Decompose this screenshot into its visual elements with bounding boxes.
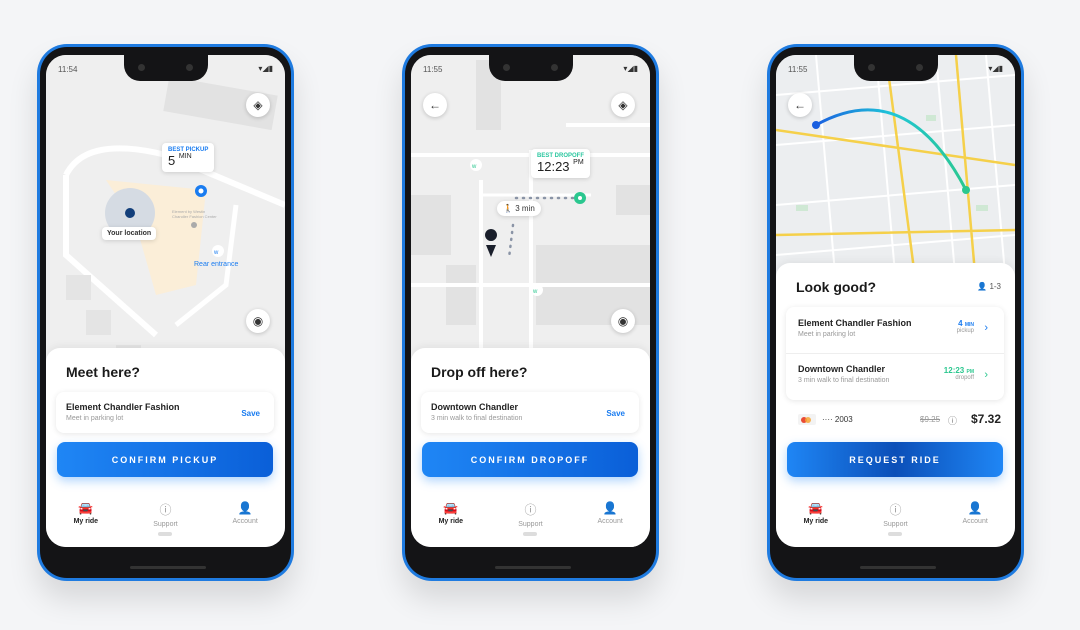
notch [124,55,208,81]
passenger-count[interactable]: 👤 1-3 [977,282,1001,291]
speaker [130,566,206,569]
bottom-nav: 🚘 My ride ⓘ Support 👤 Account [46,501,285,528]
car-icon: 🚘 [78,501,94,515]
original-price: $9.25 [920,415,941,424]
nav-support[interactable]: ⓘ Support [500,501,560,528]
trip-summary-card: Element Chandler Fashion Meet in parking … [786,307,1004,400]
home-indicator [158,532,172,536]
account-icon: 👤 [237,501,253,515]
sheet-title: Drop off here? [431,364,528,380]
nav-my-ride[interactable]: 🚘 My ride [56,501,116,528]
bottom-nav: 🚘 My ride ⓘ Support 👤 Account [411,501,650,528]
save-button[interactable]: Save [241,409,260,418]
back-arrow-icon: ← [429,98,441,112]
save-button[interactable]: Save [606,409,625,418]
help-icon: ⓘ [159,503,172,517]
payment-card[interactable]: ···· 2003 [822,415,853,424]
notch [854,55,938,81]
sheet-title: Meet here? [66,364,140,380]
confirm-pickup-button[interactable]: CONFIRM PICKUP [57,442,273,477]
sheet-title: Look good? [796,279,877,295]
phone-review: 11:55 ▾◢▮ ← Look good? 👤 1-3 Element Cha… [767,44,1024,581]
nav-support[interactable]: ⓘ Support [865,501,925,528]
status-time: 11:55 [423,65,443,74]
car-icon: 🚘 [808,501,824,515]
phone-dropoff: 11:55 ▾◢▮ w w BEST DROPOFF 12:23 PM 🚶 3 m… [402,44,659,581]
help-icon: ⓘ [524,503,537,517]
speaker [495,566,571,569]
your-location-label: Your location [102,227,157,240]
walk-time-badge: 🚶 3 min [497,201,541,216]
recenter-button[interactable]: ◉ [611,309,635,333]
layers-button[interactable]: ◈ [246,93,270,117]
dropoff-card[interactable]: Downtown Chandler 3 min walk to final des… [421,392,639,433]
layers-icon: ◈ [253,98,263,112]
back-arrow-icon: ← [794,98,806,112]
route-map[interactable] [776,55,1015,285]
recenter-button[interactable]: ◉ [246,309,270,333]
pickup-card[interactable]: Element Chandler Fashion Meet in parking … [56,392,274,433]
chevron-right-icon: › [984,322,988,334]
account-icon: 👤 [967,501,983,515]
car-icon: 🚘 [443,501,459,515]
target-icon: ◉ [617,314,629,328]
bottom-nav: 🚘 My ride ⓘ Support 👤 Account [776,501,1015,528]
back-button[interactable]: ← [423,93,447,117]
svg-text:w: w [213,250,219,256]
status-icons: ▾◢▮ [623,64,638,73]
best-dropoff-tooltip: BEST DROPOFF 12:23 PM [531,149,591,178]
layers-icon: ◈ [618,98,628,112]
status-time: 11:55 [788,65,808,74]
nav-my-ride[interactable]: 🚘 My ride [421,501,481,528]
nav-my-ride[interactable]: 🚘 My ride [786,501,846,528]
info-icon[interactable]: ⓘ [948,414,957,427]
status-time: 11:54 [58,65,78,74]
phone-pickup: 11:54 ▾◢▮ w BEST PICKUP 5 MIN Your locati… [37,44,294,581]
speaker [860,566,936,569]
home-indicator [523,532,537,536]
notch [489,55,573,81]
dropoff-row[interactable]: Downtown Chandler 3 min walk to final des… [798,354,992,400]
pickup-row[interactable]: Element Chandler Fashion Meet in parking … [798,307,992,353]
status-icons: ▾◢▮ [258,64,273,73]
nav-account[interactable]: 👤 Account [945,501,1005,528]
layers-button[interactable]: ◈ [611,93,635,117]
rear-entrance-label[interactable]: Rear entrance [194,261,238,268]
target-icon: ◉ [252,314,264,328]
home-indicator [888,532,902,536]
person-icon: 👤 [977,282,988,291]
account-icon: 👤 [602,501,618,515]
poi-label: Element by Westin Chandler Fashion Cente… [172,209,217,219]
chevron-right-icon: › [984,369,988,381]
status-icons: ▾◢▮ [988,64,1003,73]
help-icon: ⓘ [889,503,902,517]
nav-support[interactable]: ⓘ Support [135,501,195,528]
nav-account[interactable]: 👤 Account [215,501,275,528]
request-ride-button[interactable]: REQUEST RIDE [787,442,1003,477]
confirm-dropoff-button[interactable]: CONFIRM DROPOFF [422,442,638,477]
svg-text:w: w [471,164,477,170]
best-pickup-tooltip: BEST PICKUP 5 MIN [162,143,215,172]
walk-icon: 🚶 [503,204,513,213]
price: $7.32 [970,412,1001,426]
svg-text:w: w [532,289,538,295]
nav-account[interactable]: 👤 Account [580,501,640,528]
back-button[interactable]: ← [788,93,812,117]
mastercard-icon [798,414,816,425]
